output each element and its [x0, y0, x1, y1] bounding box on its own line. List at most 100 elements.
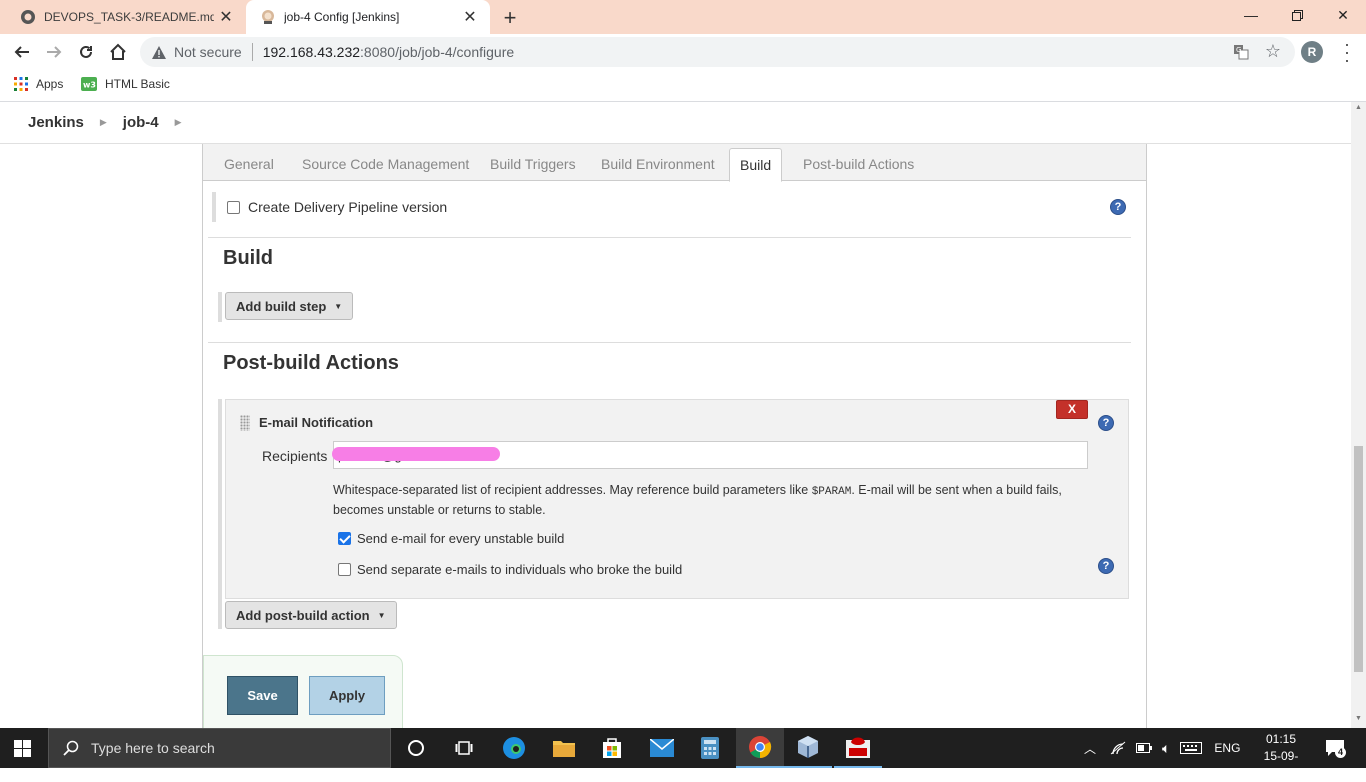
mail-icon[interactable]: [638, 728, 686, 768]
browser-tab-jenkins[interactable]: job-4 Config [Jenkins] ✕: [246, 0, 490, 34]
add-build-step-button[interactable]: Add build step ▼: [225, 292, 354, 320]
browser-toolbar: Not secure 192.168.43.232 :8080/job/job-…: [0, 34, 1366, 70]
search-icon: [63, 740, 79, 756]
config-tab-bar: General Source Code Management Build Tri…: [203, 144, 1146, 182]
scroll-up-icon[interactable]: ▲: [1351, 104, 1366, 111]
option-individuals-row: Send separate e-mails to individuals who…: [338, 562, 682, 577]
delivery-pipeline-checkbox[interactable]: [227, 200, 240, 214]
browser-menu-icon[interactable]: · · ·: [1342, 35, 1352, 69]
add-post-build-action-button[interactable]: Add post-build action ▼: [225, 601, 397, 629]
notification-center[interactable]: 4: [1325, 728, 1346, 768]
taskbar-search[interactable]: Type here to search: [48, 728, 391, 768]
rhel-terminal-icon[interactable]: [834, 728, 882, 768]
tab-title: job-4 Config [Jenkins]: [284, 10, 400, 24]
close-tab-icon[interactable]: ✕: [458, 7, 482, 27]
profile-avatar[interactable]: R: [1301, 41, 1323, 63]
address-bar[interactable]: Not secure 192.168.43.232 :8080/job/job-…: [140, 37, 1295, 67]
vertical-scrollbar[interactable]: ▲ ▼: [1351, 102, 1366, 728]
tab-source-code-management[interactable]: Source Code Management: [302, 148, 469, 181]
breadcrumb-arrow-icon[interactable]: ▶: [175, 117, 182, 128]
send-unstable-checkbox[interactable]: [338, 532, 351, 545]
email-notification-title: E-mail Notification: [259, 415, 374, 430]
url-host: 192.168.43.232: [262, 44, 361, 60]
breadcrumb: Jenkins ▶ job-4 ▶: [0, 102, 1351, 144]
tab-title: DEVOPS_TASK-3/README.md at: [44, 10, 214, 24]
svg-text:w3: w3: [83, 81, 96, 90]
scroll-down-icon[interactable]: ▼: [1351, 715, 1366, 722]
new-tab-icon[interactable]: +: [498, 5, 522, 31]
help-icon[interactable]: ?: [1098, 415, 1114, 431]
tab-post-build-actions[interactable]: Post-build Actions: [803, 148, 914, 181]
language-indicator[interactable]: ENG: [1214, 741, 1240, 755]
keyboard-icon[interactable]: [1180, 742, 1203, 754]
drag-handle-icon[interactable]: [240, 415, 250, 431]
edge-icon[interactable]: [490, 728, 538, 768]
back-icon[interactable]: [11, 41, 33, 63]
volume-icon[interactable]: 🔈︎: [1162, 740, 1170, 757]
calculator-icon[interactable]: [686, 728, 734, 768]
delivery-pipeline-label: Create Delivery Pipeline version: [248, 199, 448, 215]
url-path: :8080/job/job-4/configure: [360, 44, 515, 60]
network-icon[interactable]: [1110, 741, 1126, 755]
chrome-icon[interactable]: [736, 728, 784, 768]
bookmark-label: Apps: [36, 77, 64, 91]
bookmark-label: HTML Basic: [105, 77, 170, 91]
tab-build[interactable]: Build: [729, 148, 783, 182]
close-tab-icon[interactable]: ✕: [214, 7, 238, 27]
save-button[interactable]: Save: [227, 676, 298, 715]
option-unstable-row: Send e-mail for every unstable build: [338, 531, 564, 546]
virtualbox-icon[interactable]: [784, 728, 832, 768]
bookmark-html-basic[interactable]: w3 HTML Basic: [81, 77, 170, 91]
browser-tab-github[interactable]: DEVOPS_TASK-3/README.md at ✕: [0, 0, 246, 34]
jenkins-page: Jenkins ▶ job-4 ▶ General Source Code Ma…: [0, 102, 1351, 728]
help-code: $PARAM: [811, 486, 852, 498]
restore-icon[interactable]: [1274, 0, 1320, 30]
delete-action-button[interactable]: X: [1056, 400, 1088, 419]
scrollbar-thumb[interactable]: [1354, 446, 1363, 672]
section-indent-bar: [218, 292, 222, 322]
tray-expand-icon[interactable]: ︿: [1084, 740, 1096, 757]
breadcrumb-arrow-icon: ▶: [99, 117, 107, 127]
svg-text:G: G: [1236, 46, 1241, 54]
close-window-icon[interactable]: ✕: [1320, 0, 1366, 30]
translate-icon[interactable]: G: [1233, 44, 1249, 60]
breadcrumb-job[interactable]: job-4: [123, 114, 159, 131]
build-section-title: Build: [223, 247, 273, 269]
bookmarks-bar: Apps w3 HTML Basic: [0, 70, 1366, 102]
task-view-icon[interactable]: [440, 728, 488, 768]
delivery-pipeline-row: Create Delivery Pipeline version: [212, 192, 1132, 222]
caret-down-icon: ▼: [334, 301, 343, 311]
form-button-bar: Save Apply: [203, 655, 403, 728]
minimize-icon[interactable]: —: [1228, 0, 1274, 30]
bookmark-apps[interactable]: Apps: [14, 77, 63, 91]
tab-build-triggers[interactable]: Build Triggers: [490, 148, 576, 181]
help-icon[interactable]: ?: [1110, 199, 1126, 215]
clock-date: 15-09-2020: [1263, 749, 1299, 780]
send-individuals-checkbox[interactable]: [338, 563, 351, 576]
notification-badge: 4: [1335, 747, 1346, 758]
tab-build-environment[interactable]: Build Environment: [601, 148, 715, 181]
github-icon: [21, 10, 35, 24]
help-icon[interactable]: ?: [1098, 558, 1114, 574]
add-post-build-action-label: Add post-build action: [236, 607, 370, 623]
home-icon[interactable]: [107, 41, 129, 63]
battery-icon[interactable]: [1136, 743, 1153, 753]
store-icon[interactable]: [588, 728, 636, 768]
apply-button[interactable]: Apply: [309, 676, 385, 715]
windows-taskbar: Type here to search ︿ 🔈︎ ENG 01:15 15-09…: [0, 728, 1366, 780]
divider: [251, 43, 253, 61]
file-explorer-icon[interactable]: [540, 728, 588, 768]
recipients-help-text: Whitespace-separated list of recipient a…: [333, 481, 1073, 519]
apps-grid-icon: [14, 77, 28, 91]
send-individuals-label: Send separate e-mails to individuals who…: [357, 562, 683, 577]
windows-start-icon[interactable]: [14, 740, 31, 757]
taskbar-clock[interactable]: 01:15 15-09-2020: [1252, 731, 1310, 782]
reload-icon[interactable]: [75, 41, 97, 63]
tab-general[interactable]: General: [224, 148, 274, 181]
cortana-icon[interactable]: [392, 728, 440, 768]
forward-icon[interactable]: [43, 41, 65, 63]
breadcrumb-jenkins[interactable]: Jenkins: [28, 114, 84, 131]
bookmark-star-icon[interactable]: ☆: [1265, 41, 1281, 62]
divider: [208, 237, 1131, 238]
help-text-part: Whitespace-separated list of recipient a…: [333, 483, 812, 497]
